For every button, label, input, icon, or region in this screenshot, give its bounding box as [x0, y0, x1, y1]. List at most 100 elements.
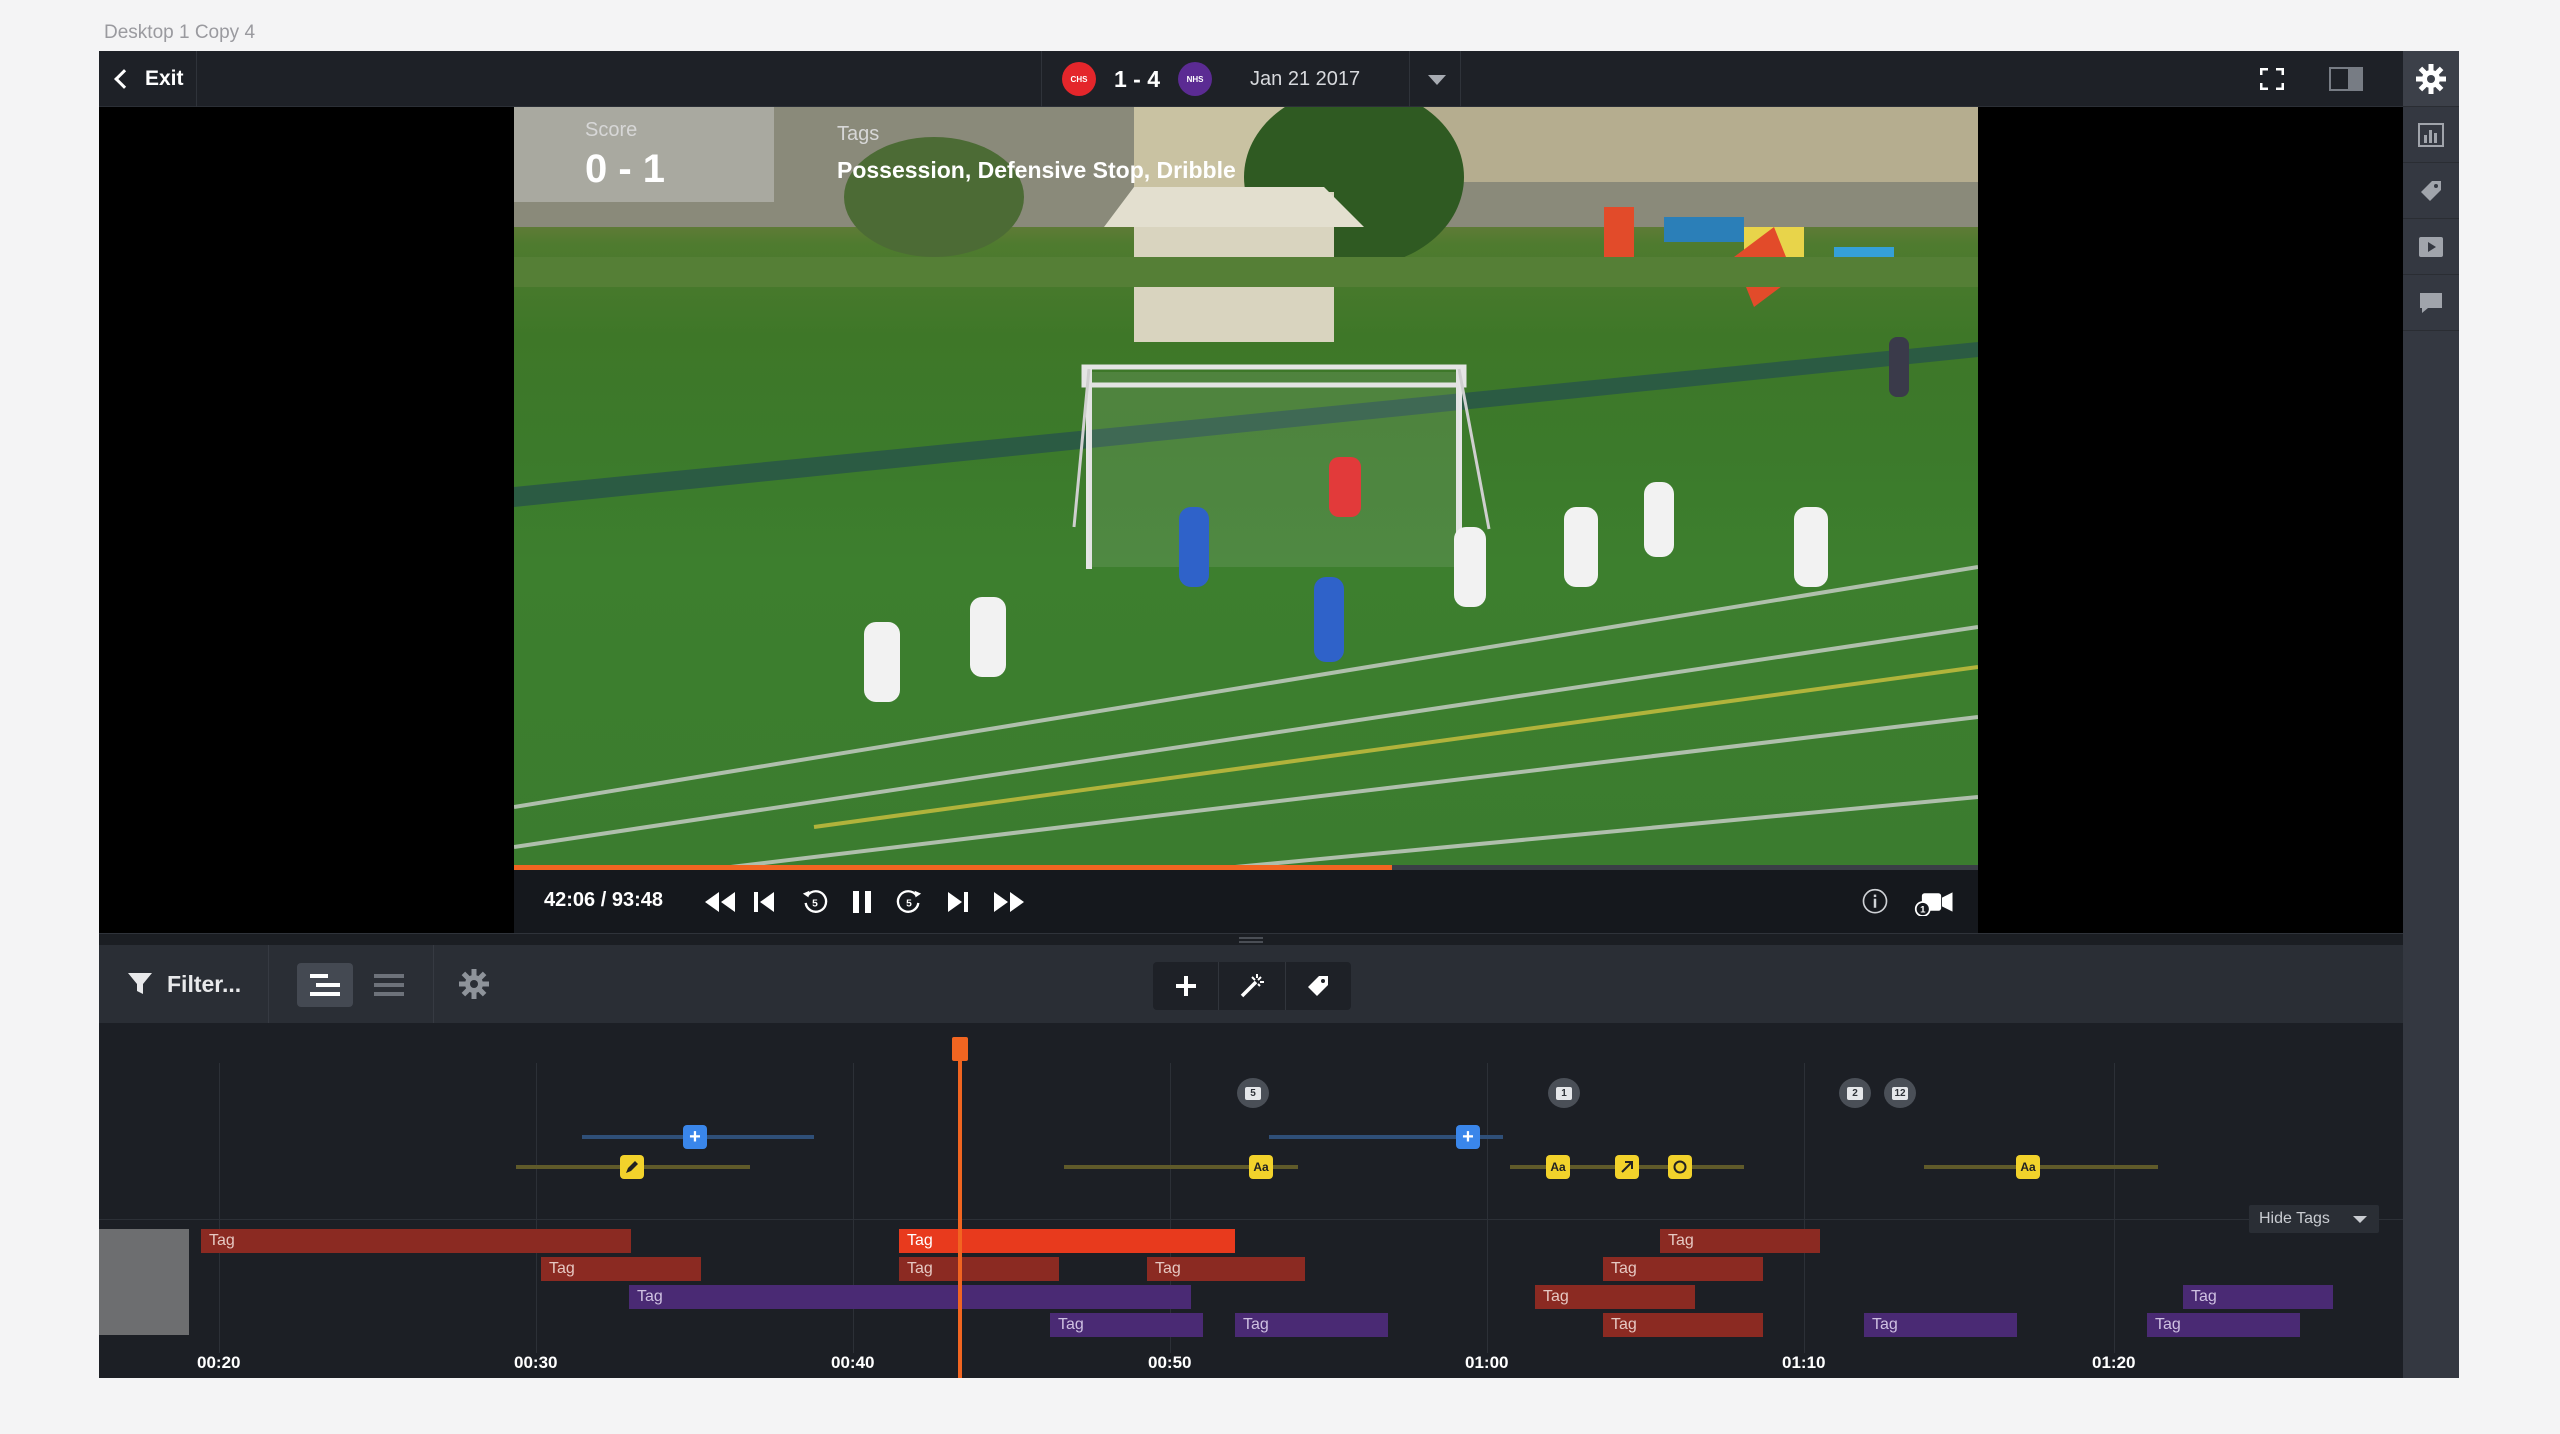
text-marker[interactable]: Aa	[2016, 1155, 2040, 1179]
gear-icon	[458, 969, 489, 999]
chevron-down-icon[interactable]	[1428, 75, 1446, 85]
step-back-icon[interactable]	[752, 888, 776, 916]
gridline	[1487, 1063, 1488, 1353]
plus-icon	[1175, 976, 1196, 996]
arrow-marker[interactable]	[1615, 1155, 1639, 1179]
play-box-icon	[2419, 236, 2443, 257]
magic-wand-icon	[1240, 974, 1264, 998]
tag-bar[interactable]: Tag	[1864, 1313, 2017, 1337]
timeline-toolbar: Filter...	[99, 945, 2403, 1023]
tag-icon	[2421, 180, 2441, 201]
filter-button[interactable]: Filter...	[99, 945, 269, 1023]
tag-bar[interactable]: Tag	[1660, 1229, 1820, 1253]
playhead	[958, 1039, 962, 1378]
tag-icon	[1308, 976, 1329, 996]
rail-settings[interactable]	[2403, 51, 2459, 107]
soccer-field-illustration	[514, 107, 1978, 869]
tag-bar[interactable]: Tag	[629, 1285, 1191, 1309]
gridline	[1170, 1063, 1171, 1353]
highlight-marker[interactable]	[620, 1155, 644, 1179]
timeline-view-icon	[310, 974, 340, 996]
tag-bar[interactable]: Tag	[1603, 1313, 1763, 1337]
exit-button[interactable]: Exit	[99, 51, 197, 107]
text-marker[interactable]: Aa	[1249, 1155, 1273, 1179]
video-player[interactable]: Score 0 - 1 Tags Possession, Defensive S…	[514, 107, 1978, 933]
gridline	[536, 1063, 537, 1353]
timeline-settings-button[interactable]	[433, 945, 513, 1023]
svg-text:1: 1	[1920, 905, 1926, 916]
tag-bar-selected[interactable]: Tag	[899, 1229, 1235, 1253]
exit-label: Exit	[145, 67, 184, 90]
right-rail	[2403, 51, 2459, 1378]
chevron-down-icon	[2353, 1216, 2367, 1223]
tag-bar[interactable]: Tag	[1147, 1257, 1305, 1281]
magic-tag-button[interactable]	[1219, 962, 1286, 1010]
add-drawing-marker[interactable]: +	[1456, 1125, 1480, 1149]
overlay-tags-value: Possession, Defensive Stop, Dribble	[837, 157, 1236, 183]
time-tick: 01:00	[1465, 1353, 1509, 1372]
rail-tags[interactable]	[2403, 163, 2459, 219]
tag-bar[interactable]: Tag	[2147, 1313, 2300, 1337]
add-drawing-marker[interactable]: +	[683, 1125, 707, 1149]
fast-forward-icon[interactable]	[992, 888, 1026, 916]
playback-time: 42:06 / 93:48	[544, 889, 663, 911]
panel-resize-handle[interactable]	[99, 933, 2403, 945]
rewind-icon[interactable]	[703, 888, 737, 916]
video-controls: 42:06 / 93:48 5 5 1	[514, 870, 1978, 933]
comment-marker[interactable]: 1	[1548, 1078, 1580, 1108]
step-forward-icon[interactable]	[946, 888, 970, 916]
overlay-score-label: Score	[585, 119, 638, 141]
match-score: 1 - 4	[1114, 65, 1161, 92]
comment-marker[interactable]: 5	[1237, 1078, 1269, 1108]
bar-chart-icon	[2418, 122, 2444, 147]
replay-5-icon[interactable]: 5	[800, 888, 830, 916]
rail-playlists[interactable]	[2403, 219, 2459, 275]
tag-bar[interactable]: Tag	[541, 1257, 701, 1281]
tag-button[interactable]	[1286, 962, 1351, 1010]
filter-icon	[128, 973, 152, 994]
tag-bar[interactable]: Tag	[899, 1257, 1059, 1281]
comment-marker[interactable]: 12	[1884, 1078, 1916, 1108]
text-marker[interactable]: Aa	[1546, 1155, 1570, 1179]
tag-bar[interactable]: Tag	[1603, 1257, 1763, 1281]
tag-bar[interactable]: Tag	[2183, 1285, 2333, 1309]
gear-icon	[2416, 63, 2446, 94]
info-icon[interactable]	[1858, 888, 1892, 916]
hide-tags-label: Hide Tags	[2259, 1210, 2330, 1227]
time-tick: 00:30	[514, 1353, 558, 1372]
camera-angle-icon[interactable]: 1	[1912, 888, 1958, 916]
tag-bar[interactable]: Tag	[1050, 1313, 1203, 1337]
video-stage: Score 0 - 1 Tags Possession, Defensive S…	[99, 107, 2403, 933]
forward-5-icon[interactable]: 5	[894, 888, 924, 916]
list-view-icon	[374, 974, 404, 996]
comment-icon	[2420, 292, 2442, 313]
home-team-logo: CHS	[1062, 62, 1096, 96]
volume-icon[interactable]	[1976, 888, 1978, 916]
clip-thumbnail[interactable]	[99, 1229, 189, 1335]
overlay-score-value: 0 - 1	[585, 147, 666, 191]
tag-bar[interactable]: Tag	[1235, 1313, 1388, 1337]
rail-comments[interactable]	[2403, 275, 2459, 331]
tag-timeline[interactable]: 5 1 2 12 + + Aa Aa Aa Hide Tags Tag Tag …	[99, 1023, 2403, 1378]
list-view-button[interactable]	[361, 963, 417, 1007]
match-date: Jan 21 2017	[1250, 67, 1361, 90]
hide-tags-button[interactable]: Hide Tags	[2249, 1205, 2379, 1233]
pause-icon[interactable]	[850, 888, 874, 916]
video-frame[interactable]: Score 0 - 1 Tags Possession, Defensive S…	[514, 107, 1978, 869]
gridline	[2114, 1063, 2115, 1353]
tag-bar[interactable]: Tag	[201, 1229, 631, 1253]
circle-marker[interactable]	[1668, 1155, 1692, 1179]
add-tag-button[interactable]	[1153, 962, 1220, 1010]
arrow-icon	[1621, 1161, 1633, 1173]
tag-bar[interactable]: Tag	[1535, 1285, 1695, 1309]
pen-icon	[626, 1161, 638, 1173]
fullscreen-icon[interactable]	[2260, 68, 2284, 90]
timeline-view-button[interactable]	[297, 963, 353, 1007]
overlay-tags-label: Tags	[837, 123, 880, 145]
grip-icon	[1239, 937, 1263, 943]
toggle-panel-icon[interactable]	[2329, 67, 2363, 91]
match-selector[interactable]: CHS 1 - 4 NHS Jan 21 2017	[1041, 51, 1461, 107]
rail-stats[interactable]	[2403, 107, 2459, 163]
gridline	[219, 1063, 220, 1353]
comment-marker[interactable]: 2	[1839, 1078, 1871, 1108]
